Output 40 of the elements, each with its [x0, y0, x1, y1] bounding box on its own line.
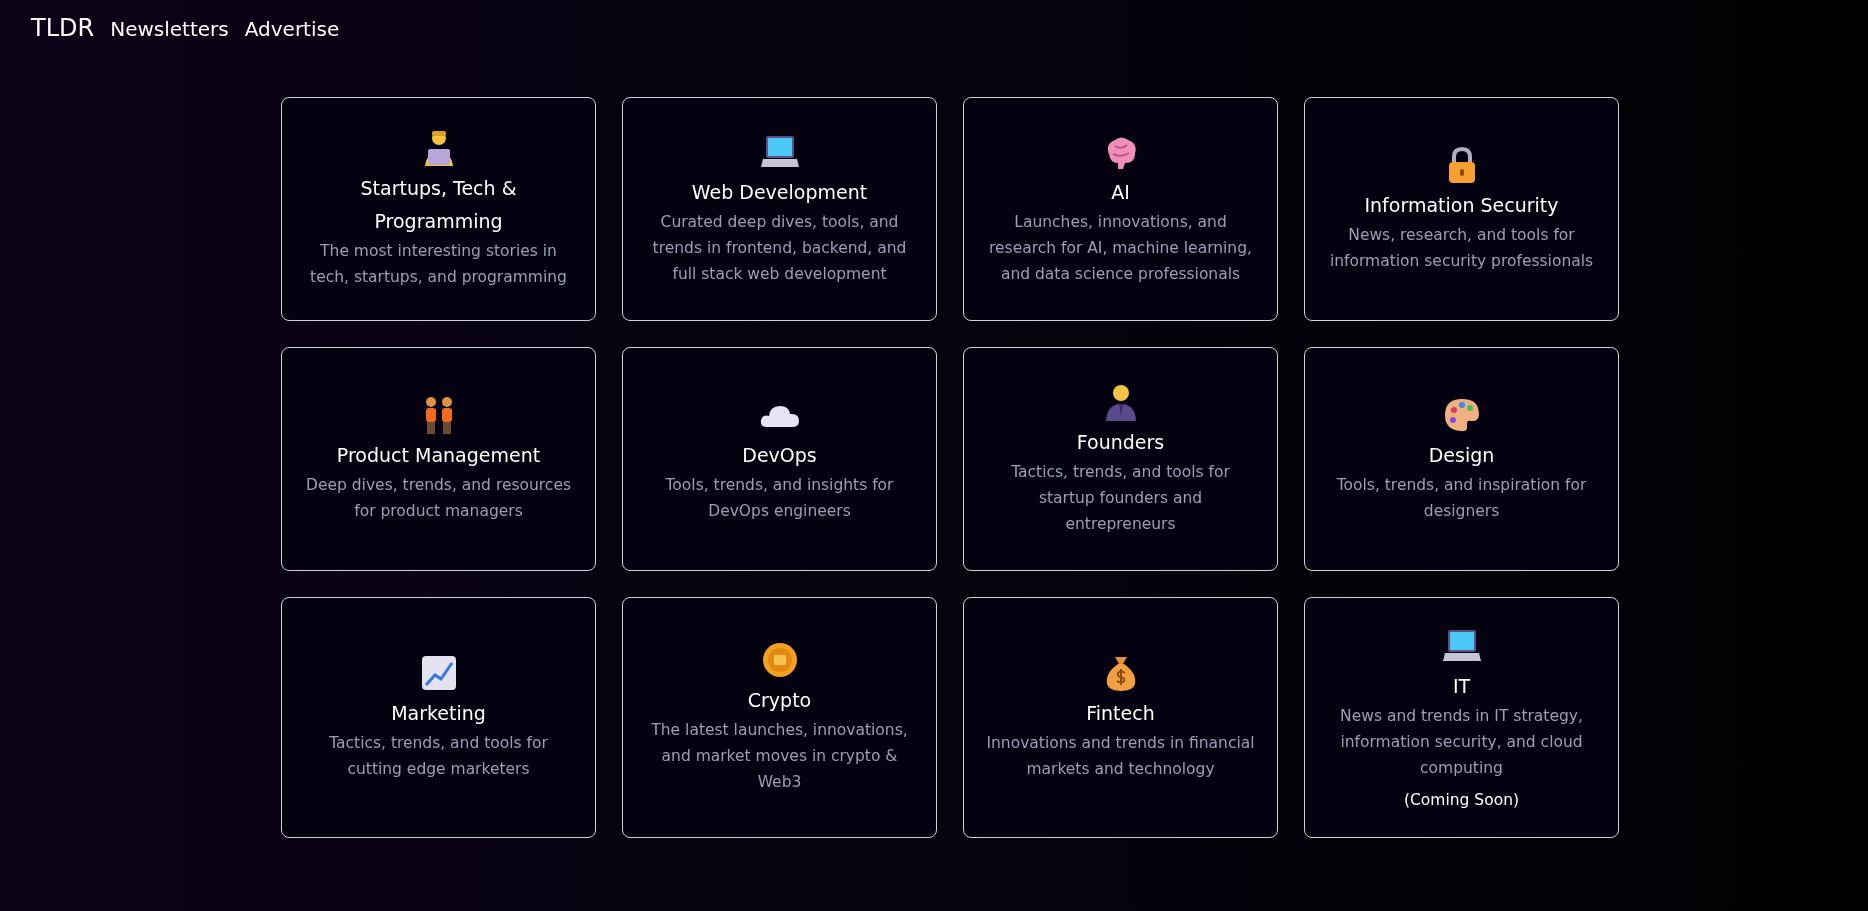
card-description: News, research, and tools for information security professionals [1328, 224, 1595, 272]
newsletter-card[interactable]: Startups, Tech & Programming The most interesting stories in tech, startups, and programming [281, 97, 596, 321]
nav-link[interactable]: Newsletters [110, 17, 229, 41]
card-description: Deep dives, trends, and resources for product managers [305, 474, 572, 522]
card-description: News and trends in IT strategy, information security, and cloud computing [1339, 706, 1584, 779]
card-title: Marketing [391, 701, 486, 726]
newsletter-card[interactable]: Crypto The latest launches, innovations, and market moves in crypto & Web3 [622, 597, 937, 838]
card-description: The most interesting stories in tech, startups, and programming [309, 241, 568, 288]
newsletter-card[interactable]: IT News and trends in IT strategy, information security, and cloud computing (Coming Soon) [1304, 597, 1619, 838]
card-description: The latest launches, innovations, and market moves in crypto & Web3 [650, 720, 909, 793]
newsletter-card[interactable]: Design Tools, trends, and inspiration for designers [1304, 347, 1619, 571]
newsletter-card[interactable]: DevOps Tools, trends, and insights for DevOps engineers [622, 347, 937, 571]
card-description: Innovations and trends in financial markets and technology [985, 733, 1256, 780]
card-title: IT [1452, 674, 1471, 699]
card-title: AI [1111, 179, 1130, 205]
card-title: Founders [1076, 429, 1165, 455]
card-title: Web Development [691, 179, 868, 205]
card-title: Startups, Tech & Programming [359, 176, 518, 234]
logo-link[interactable]: TLDR [31, 14, 95, 42]
card-title: DevOps [742, 442, 817, 468]
card-description: Tactics, trends, and tools for startup founders and entrepreneurs [1010, 461, 1231, 535]
card-title: Information Security [1364, 192, 1559, 218]
card-title: Design [1428, 442, 1495, 468]
newsletter-card[interactable]: Product Management Deep dives, trends, and resources for product managers [281, 347, 596, 571]
newsletter-card[interactable]: Fintech Innovations and trends in financial markets and technology [963, 597, 1278, 838]
newsletter-card[interactable]: Founders Tactics, trends, and tools for startup founders and entrepreneurs [963, 347, 1278, 571]
card-description: Tools, trends, and insights for DevOps engineers [664, 474, 895, 522]
coming-soon-label: (Coming Soon) [1404, 791, 1519, 809]
card-description: Curated deep dives, tools, and trends in frontend, backend, and full stack web development [651, 211, 908, 285]
nav-link[interactable]: Advertise [244, 17, 340, 41]
card-description: Tactics, trends, and tools for cutting edge marketers [328, 733, 549, 780]
card-title: Crypto [747, 688, 812, 713]
newsletter-card[interactable]: Marketing Tactics, trends, and tools for cutting edge marketers [281, 597, 596, 838]
newsletter-card[interactable]: AI Launches, innovations, and research for AI, machine learning, and data science professionals [963, 97, 1278, 321]
card-description: Launches, innovations, and research for AI, machine learning, and data science professionals [988, 211, 1253, 285]
newsletter-card[interactable]: Web Development Curated deep dives, tools, and trends in frontend, backend, and full stack web development [622, 97, 937, 321]
card-description: Tools, trends, and inspiration for designers [1335, 474, 1588, 522]
card-title: Product Management [336, 442, 541, 468]
newsletter-card[interactable]: Information Security News, research, and tools for information security professionals [1304, 97, 1619, 321]
card-title: Fintech [1086, 701, 1155, 726]
